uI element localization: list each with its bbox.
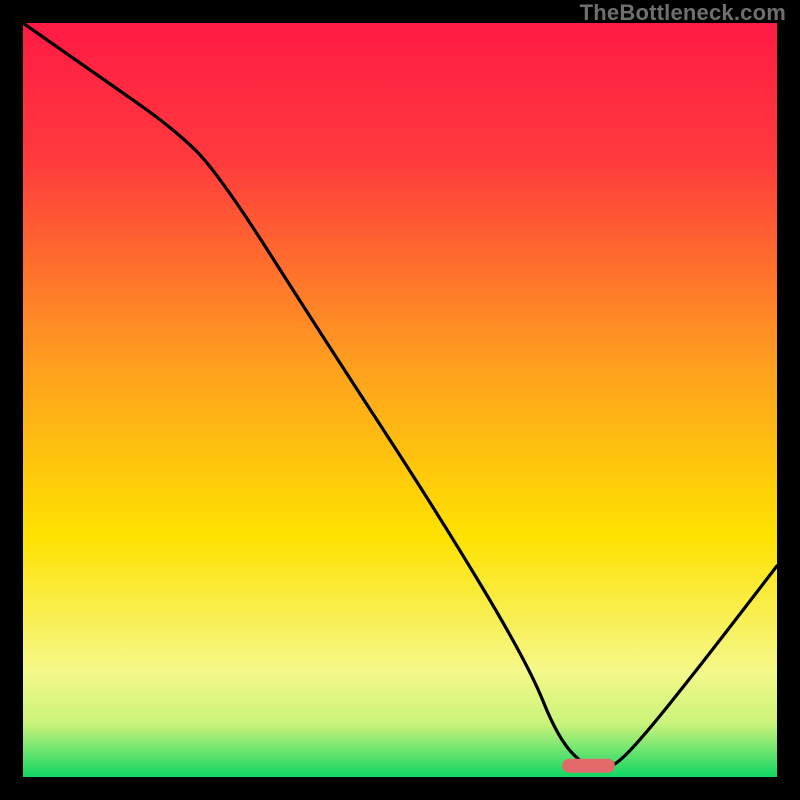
chart-frame: TheBottleneck.com <box>0 0 800 800</box>
bottleneck-chart <box>23 23 777 777</box>
optimal-marker <box>562 759 615 773</box>
chart-svg <box>23 23 777 777</box>
plot-background <box>23 23 777 777</box>
